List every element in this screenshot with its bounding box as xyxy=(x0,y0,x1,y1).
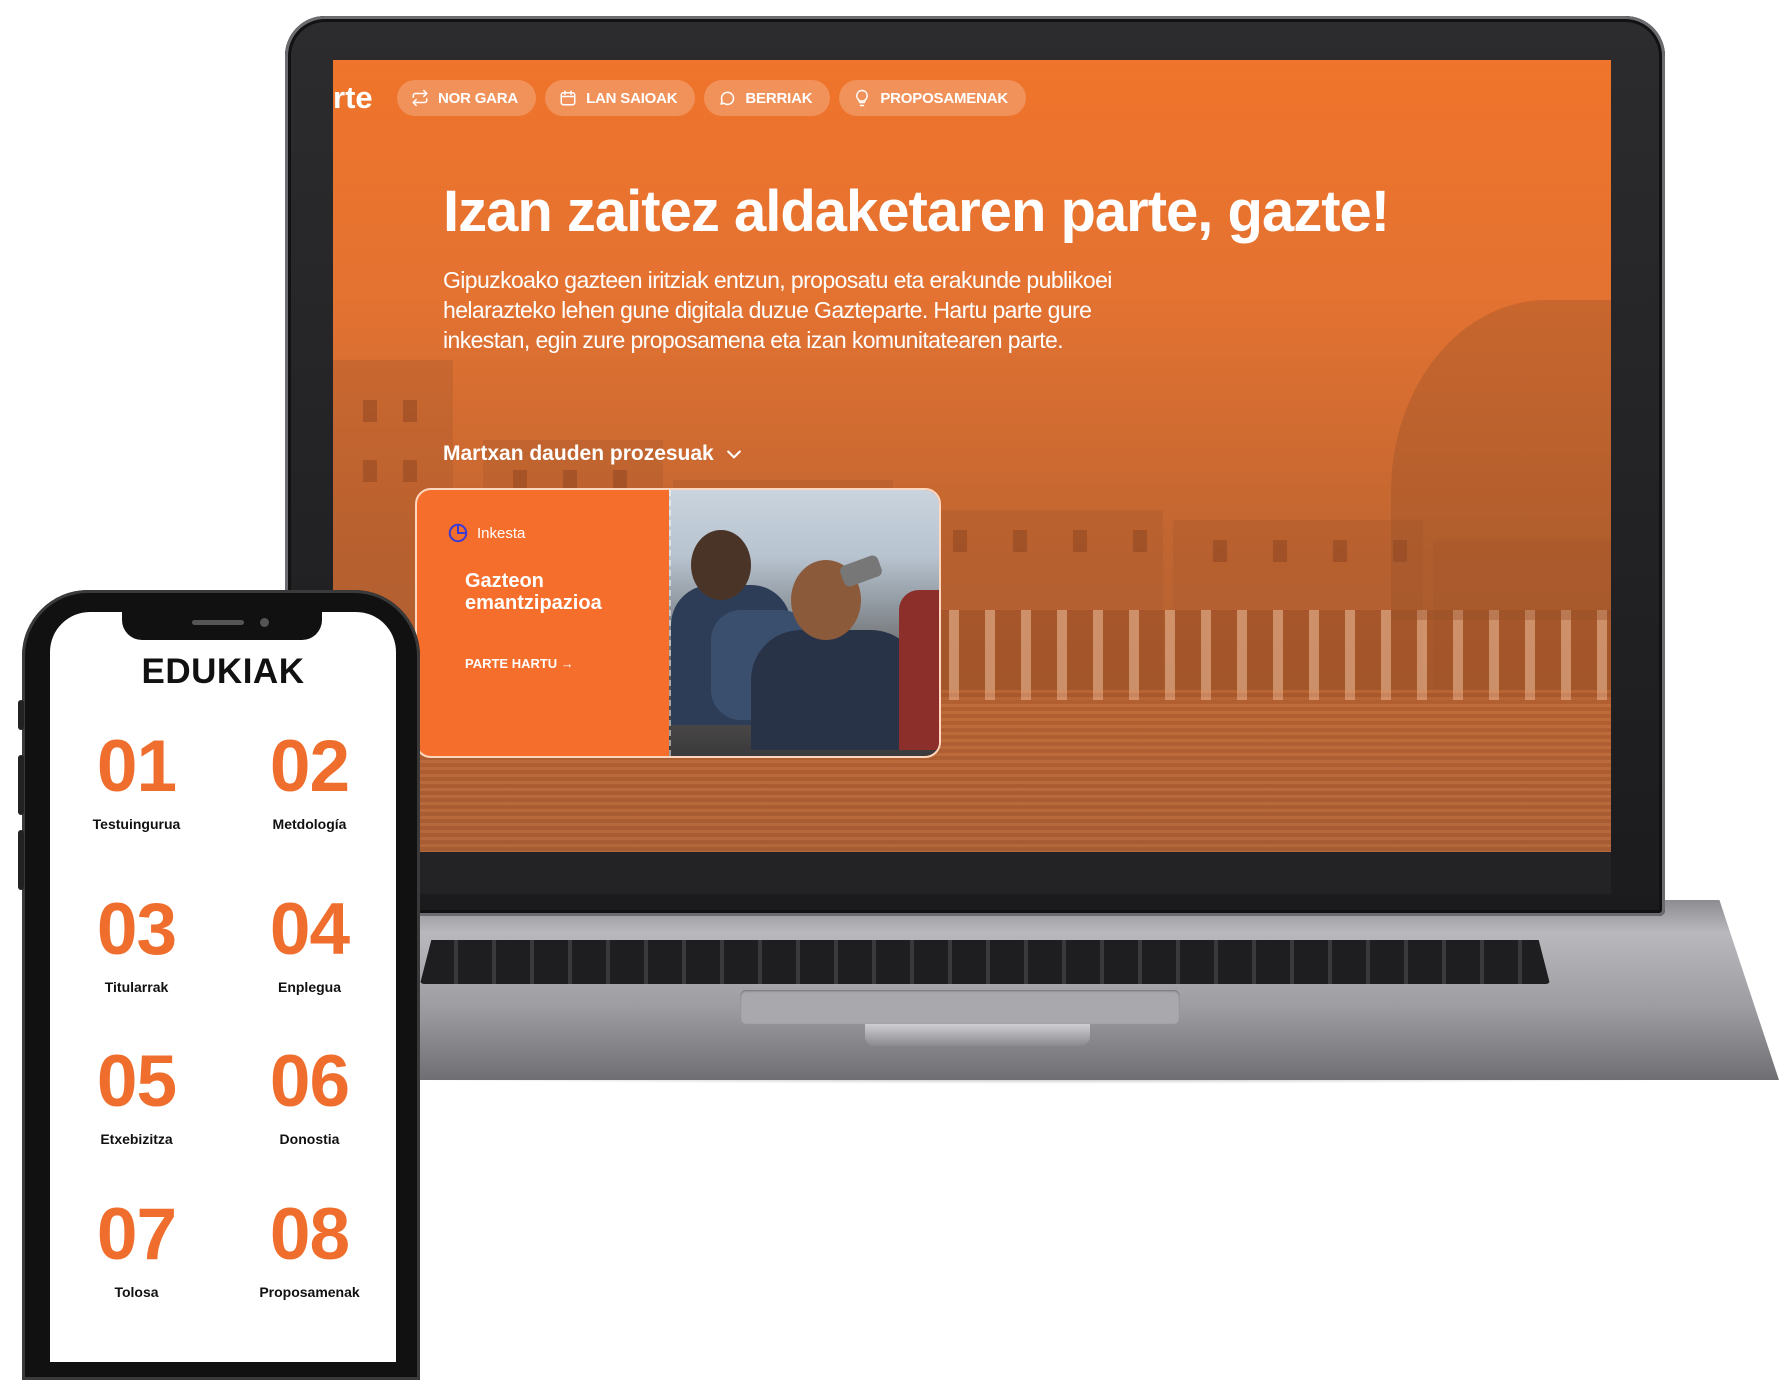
chevron-down-icon xyxy=(726,450,741,459)
contents-item-number: 05 xyxy=(96,1041,177,1122)
process-card[interactable]: Inkesta Gazteon emantzipazioa PARTE HART… xyxy=(415,488,941,758)
contents-item-label: Enplegua xyxy=(277,979,341,995)
repeat-icon xyxy=(412,89,428,107)
contents-item-label: Metdología xyxy=(272,816,347,832)
contents-item-number: 08 xyxy=(269,1194,350,1275)
nav-item-label: LAN SAIOAK xyxy=(586,89,678,107)
laptop-screen: rte NOR GARA LAN SAIOAK BERRIAK PROPOSAM… xyxy=(333,60,1611,852)
contents-item-number: 03 xyxy=(96,889,177,970)
pie-chart-icon xyxy=(448,523,468,543)
contents-item-07[interactable]: 07 Tolosa xyxy=(50,1194,223,1301)
contents-item-06[interactable]: 06 Donostia xyxy=(223,1041,396,1148)
laptop-trackpad xyxy=(740,990,1180,1024)
site-logo-fragment[interactable]: rte xyxy=(333,80,373,116)
process-card-photo xyxy=(669,490,939,756)
phone-side-button xyxy=(18,700,24,730)
contents-item-label: Donostia xyxy=(279,1131,340,1147)
active-processes-toggle[interactable]: Martxan dauden prozesuak xyxy=(443,442,744,466)
participate-link[interactable]: PARTE HARTU → xyxy=(465,656,574,671)
phone-speaker xyxy=(192,620,244,625)
phone-camera xyxy=(260,618,269,627)
contents-item-label: Testuingurua xyxy=(92,816,181,832)
contents-title: EDUKIAK xyxy=(141,652,305,691)
main-nav: NOR GARA LAN SAIOAK BERRIAK PROPOSAMENAK xyxy=(397,80,1026,116)
nav-item-proposamenak[interactable]: PROPOSAMENAK xyxy=(839,80,1026,116)
contents-item-02[interactable]: 02 Metdología xyxy=(223,726,396,833)
contents-item-label: Tolosa xyxy=(114,1284,159,1300)
nav-item-nor-gara[interactable]: NOR GARA xyxy=(397,80,537,116)
laptop-hinge-notch xyxy=(865,1024,1090,1046)
lightbulb-icon xyxy=(856,89,869,107)
process-card-info: Inkesta Gazteon emantzipazioa PARTE HART… xyxy=(417,490,669,756)
contents-item-number: 01 xyxy=(96,726,177,807)
active-processes-label: Martxan dauden prozesuak xyxy=(443,442,714,465)
nav-item-label: NOR GARA xyxy=(438,89,519,107)
hero-description: Gipuzkoako gazteen iritziak entzun, prop… xyxy=(443,267,1112,353)
calendar-icon xyxy=(560,90,576,106)
contents-item-08[interactable]: 08 Proposamenak xyxy=(223,1194,396,1301)
phone-notch xyxy=(122,612,322,640)
contents-item-number: 07 xyxy=(96,1194,177,1275)
chat-icon xyxy=(720,91,735,106)
contents-item-03[interactable]: 03 Titularrak xyxy=(50,889,223,996)
hero-title: Izan zaitez aldaketaren parte, gazte! xyxy=(443,179,1390,244)
contents-item-number: 06 xyxy=(269,1041,350,1122)
contents-item-number: 04 xyxy=(269,889,350,970)
contents-item-05[interactable]: 05 Etxebizitza xyxy=(50,1041,223,1148)
nav-item-label: BERRIAK xyxy=(745,89,813,107)
contents-item-label: Proposamenak xyxy=(259,1284,360,1300)
nav-item-berriak[interactable]: BERRIAK xyxy=(704,80,831,116)
process-type-label: Inkesta xyxy=(477,524,526,542)
process-type: Inkesta xyxy=(447,522,525,544)
phone-side-button xyxy=(18,755,24,815)
nav-item-lan-saioak[interactable]: LAN SAIOAK xyxy=(545,80,696,116)
contents-item-number: 02 xyxy=(269,726,350,807)
contents-item-04[interactable]: 04 Enplegua xyxy=(223,889,396,996)
laptop-screen-chin xyxy=(333,852,1611,894)
nav-item-label: PROPOSAMENAK xyxy=(880,89,1008,107)
process-card-title: Gazteon emantzipazioa xyxy=(465,570,602,614)
phone-side-button xyxy=(18,830,24,890)
contents-item-label: Titularrak xyxy=(104,979,169,995)
contents-item-label: Etxebizitza xyxy=(100,1131,173,1147)
contents-item-01[interactable]: 01 Testuingurua xyxy=(50,726,223,833)
laptop-keyboard xyxy=(420,940,1550,984)
phone-screen: EDUKIAK 01 Testuingurua 02 Metdología 03… xyxy=(50,612,396,1362)
